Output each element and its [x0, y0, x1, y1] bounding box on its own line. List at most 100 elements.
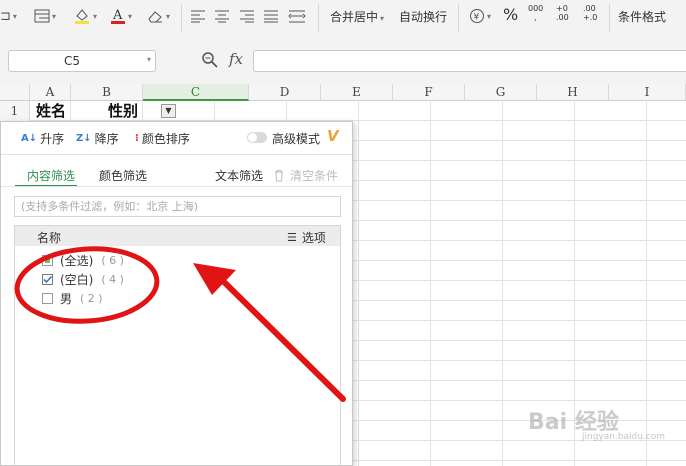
column-header-a[interactable]: A [30, 84, 71, 101]
zoom-icon[interactable] [201, 51, 219, 69]
column-header-g[interactable]: G [465, 84, 537, 101]
checkbox-checked[interactable] [42, 273, 53, 285]
chevron-down-icon: ▾ [166, 11, 171, 21]
formula-input[interactable] [253, 50, 686, 72]
justify-button[interactable] [263, 6, 279, 26]
list-item-label: (全选) [60, 253, 94, 268]
list-item-count: ( 2 ) [80, 291, 103, 305]
list-item-blank[interactable]: (空白) ( 4 ) [42, 271, 124, 287]
list-item-select-all[interactable]: (全选) ( 6 ) [42, 252, 124, 268]
filter-dropdown-button[interactable]: ▼ [161, 104, 176, 118]
toolbar-divider [318, 4, 319, 32]
chevron-down-icon: ▾ [146, 55, 151, 64]
cell-b1[interactable]: 性别 [108, 101, 138, 121]
column-header-d[interactable]: D [249, 84, 321, 101]
advanced-mode-label: 高级模式 [272, 132, 321, 146]
color-sort-icon: ⁝ [135, 133, 139, 144]
chevron-down-icon: ▾ [380, 14, 385, 23]
auto-wrap-button[interactable]: 自动换行 [399, 8, 447, 25]
toolbar-divider [458, 4, 459, 32]
justify-icon [264, 10, 278, 23]
align-center-icon [215, 10, 229, 23]
clear-conditions-button[interactable]: 清空条件 [273, 167, 338, 184]
row-header-1[interactable]: 1 [0, 101, 30, 121]
column-header-f[interactable]: F [393, 84, 465, 101]
merge-center-label: 合并居中 [330, 10, 379, 24]
distribute-icon [288, 10, 306, 23]
filter-search-input[interactable]: (支持多条件过滤，例如：北京 上海) [14, 196, 341, 217]
filter-panel: A↓ 升序 Z↓ 降序 ⁝ 颜色排序 高级模式 V 内容筛选 颜色筛选 文本筛选 清空… [0, 121, 353, 466]
align-left-button[interactable] [190, 6, 206, 26]
sort-ascending-button[interactable]: A↓ 升序 [21, 130, 64, 147]
tab-color-filter[interactable]: 颜色筛选 [99, 167, 147, 184]
checkbox-unchecked[interactable] [42, 292, 53, 304]
column-header-i[interactable]: I [609, 84, 686, 101]
clear-format-button[interactable]: ▾ [146, 6, 170, 26]
decimal-increase-button[interactable]: +0 .00 [556, 4, 574, 22]
align-right-icon [240, 10, 254, 23]
align-left-icon [191, 10, 205, 23]
cell-a1[interactable]: 姓名 [36, 101, 66, 121]
color-sort-button[interactable]: ⁝ 颜色排序 [135, 130, 190, 147]
formula-bar: C5 ▾ fx [0, 38, 686, 85]
list-options-label: 选项 [301, 231, 326, 245]
list-header-name: 名称 [37, 231, 62, 245]
sort-descending-button[interactable]: Z↓ 降序 [76, 130, 119, 147]
column-header-b[interactable]: B [71, 84, 143, 101]
fill-color-button[interactable]: ▾ [73, 6, 97, 26]
eraser-icon [148, 11, 162, 23]
column-header-c[interactable]: C [143, 84, 249, 101]
border-icon: ⊐ [0, 8, 11, 24]
border-button[interactable]: ⊐ ▾ [0, 6, 17, 26]
font-color-button[interactable]: A ▾ [110, 6, 132, 26]
trash-icon [275, 170, 283, 182]
table-style-icon [34, 9, 50, 23]
percent-button[interactable]: % [503, 5, 518, 24]
search-placeholder: (支持多条件过滤，例如：北京 上海) [21, 200, 199, 213]
fx-icon[interactable]: fx [229, 50, 243, 68]
toolbar-divider [181, 4, 182, 32]
tab-content-filter[interactable]: 内容筛选 [27, 167, 75, 184]
paint-bucket-icon [75, 9, 89, 24]
text-filter-button[interactable]: 文本筛选 [215, 167, 263, 184]
distribute-button[interactable] [288, 6, 306, 26]
sort-ascending-icon: A↓ [21, 133, 38, 144]
advanced-mode-toggle[interactable] [247, 132, 267, 143]
list-options-button[interactable]: ☰ 选项 [287, 229, 326, 246]
list-header: 名称 ☰ 选项 [15, 226, 340, 246]
align-right-button[interactable] [239, 6, 255, 26]
tab-divider [1, 186, 352, 187]
toolbar-divider [609, 4, 610, 32]
thousands-button[interactable]: 000, [528, 4, 543, 22]
name-box[interactable]: C5 ▾ [8, 50, 156, 72]
options-icon: ☰ [287, 231, 297, 244]
thousands-label: 000 [528, 4, 544, 13]
chevron-down-icon: ▾ [128, 11, 133, 21]
comma-glyph: , [534, 13, 537, 22]
list-item-male[interactable]: 男 ( 2 ) [42, 290, 103, 306]
chevron-down-icon: ▾ [12, 11, 17, 21]
column-header-h[interactable]: H [537, 84, 609, 101]
align-center-button[interactable] [214, 6, 230, 26]
select-all-corner[interactable] [0, 84, 30, 101]
sort-descending-icon: Z↓ [76, 133, 92, 144]
font-color-icon: A [111, 8, 125, 24]
column-header-e[interactable]: E [321, 84, 393, 101]
merge-center-button[interactable]: 合并居中 ▾ [330, 8, 384, 25]
list-item-count: ( 4 ) [101, 272, 124, 286]
currency-button[interactable]: ¥ ▾ [469, 6, 491, 26]
cell-style-button[interactable]: ▾ [34, 6, 56, 26]
checkmark-icon [43, 275, 53, 283]
currency-icon: ¥ [470, 9, 484, 23]
list-item-count: ( 6 ) [101, 253, 124, 267]
decimal-increase-label: +0 .00 [556, 4, 569, 22]
percent-label: % [503, 5, 519, 24]
decimal-decrease-button[interactable]: .00 +.0 [583, 4, 603, 22]
svg-text:A: A [112, 8, 123, 23]
conditional-format-button[interactable]: 条件格式 [618, 8, 666, 25]
vip-icon: V [327, 127, 339, 145]
auto-wrap-label: 自动换行 [399, 10, 448, 24]
decimal-decrease-label: .00 +.0 [583, 4, 598, 22]
checkbox-partial[interactable] [42, 254, 53, 266]
sort-descending-label: 降序 [94, 132, 119, 146]
